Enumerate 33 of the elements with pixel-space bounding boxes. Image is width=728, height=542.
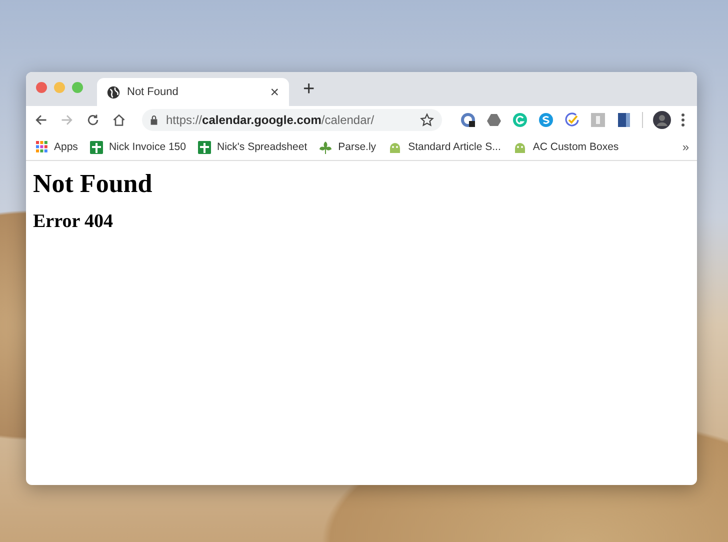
- document-extension-icon[interactable]: [616, 112, 632, 128]
- profile-avatar-icon[interactable]: [653, 111, 671, 129]
- browser-tab[interactable]: Not Found ×: [97, 78, 289, 106]
- close-window-icon[interactable]: [36, 82, 47, 92]
- home-icon[interactable]: [112, 113, 126, 127]
- spreadsheet-icon: [198, 140, 211, 154]
- robot-icon: [512, 140, 527, 154]
- leaf-icon: [319, 140, 332, 154]
- bookmark-item[interactable]: AC Custom Boxes: [512, 140, 619, 154]
- bookmark-item[interactable]: Apps: [36, 141, 78, 153]
- spreadsheet-icon: [90, 140, 103, 154]
- tab-close-button[interactable]: ×: [270, 84, 279, 100]
- tab-title: Not Found: [127, 86, 180, 98]
- page-heading: Not Found: [33, 169, 154, 199]
- address-bar[interactable]: https://calendar.google.com/calendar/: [142, 109, 442, 131]
- error-code: Error 404: [33, 211, 114, 233]
- url-text: https://calendar.google.com/calendar/: [166, 113, 376, 127]
- bookmark-item[interactable]: Parse.ly: [319, 140, 376, 154]
- globe-icon: [107, 86, 120, 98]
- checkmark-extension-icon[interactable]: [564, 112, 580, 128]
- back-arrow-icon[interactable]: [34, 113, 48, 127]
- reload-icon[interactable]: [86, 113, 100, 127]
- bookmark-item[interactable]: Standard Article S...: [388, 140, 501, 154]
- robot-icon: [388, 140, 402, 154]
- apps-grid-icon: [36, 141, 48, 153]
- new-tab-button[interactable]: +: [303, 79, 315, 99]
- bookmark-star-icon[interactable]: [420, 113, 434, 127]
- more-bookmarks-button[interactable]: »: [682, 140, 689, 154]
- extension-icon[interactable]: [460, 112, 476, 128]
- bookmark-item[interactable]: Nick Invoice 150: [90, 140, 186, 154]
- lock-icon: [150, 115, 158, 125]
- bookmark-item[interactable]: Nick's Spreadsheet: [198, 140, 308, 154]
- menu-icon[interactable]: [681, 113, 685, 127]
